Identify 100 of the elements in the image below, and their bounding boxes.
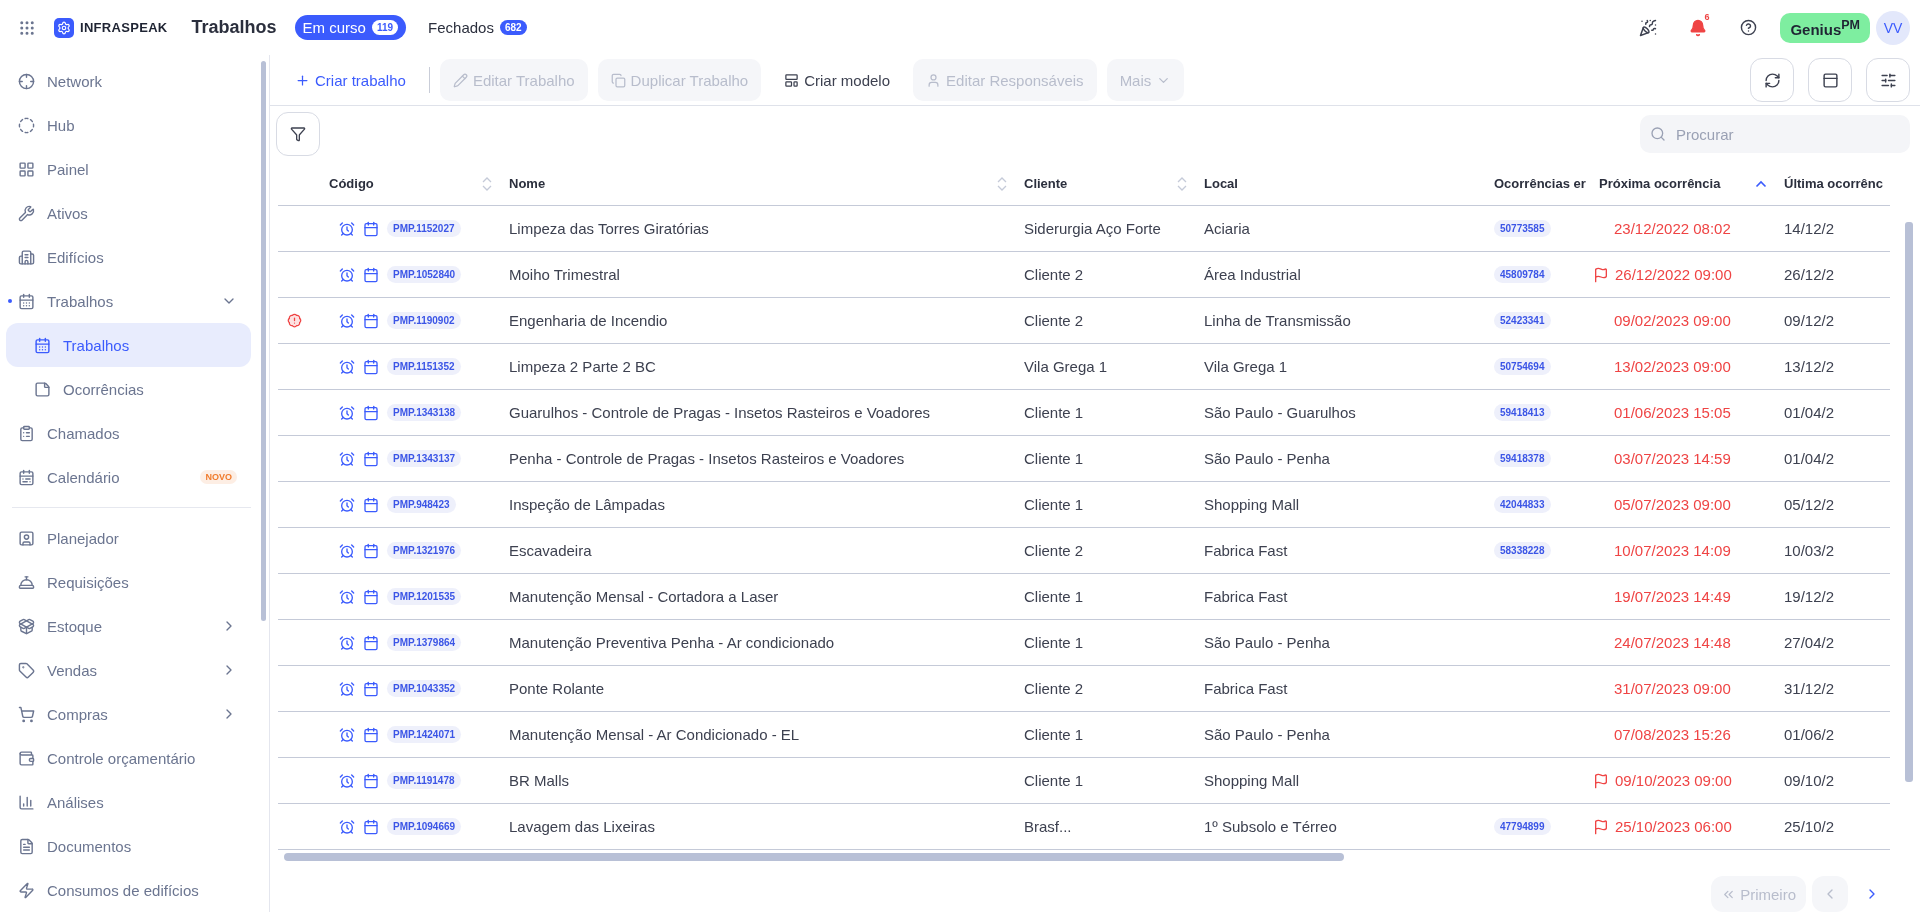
tab[interactable]: Em curso 119 — [294, 15, 407, 40]
count-badge: 682 — [499, 20, 527, 35]
building-icon — [18, 248, 35, 266]
occurrence-chip[interactable]: 50754694 — [1494, 358, 1551, 375]
date-cell: 23/12/2022 08:02 — [1614, 220, 1731, 237]
calendar-icon — [34, 336, 51, 354]
sidebar-item[interactable]: Vendas — [6, 648, 251, 692]
notifications-button[interactable]: 6 — [1680, 9, 1717, 46]
plan-badge[interactable]: Genius$^{PM}$ — [1780, 12, 1870, 43]
occurrence-chip[interactable]: 50773585 — [1494, 220, 1551, 237]
table-cell: São Paulo - Penha — [1204, 634, 1330, 651]
occurrence-chip[interactable]: 58338228 — [1494, 542, 1551, 559]
calendar-icon — [363, 312, 379, 329]
note-icon — [34, 380, 51, 398]
occurrence-chip[interactable]: 45809784 — [1494, 266, 1551, 283]
alarm-clock-icon — [339, 588, 355, 605]
clipboard-icon — [18, 424, 35, 442]
table-cell: Vila Grega 1 — [1024, 358, 1108, 375]
toolbar-button[interactable]: Criar modelo — [771, 59, 904, 101]
refresh-button[interactable] — [1750, 58, 1794, 102]
search-input[interactable]: Procurar — [1674, 124, 1900, 144]
alarm-clock-icon — [339, 772, 355, 789]
table-cell: Escavadeira — [509, 542, 592, 559]
date-cell: 24/07/2023 14:48 — [1614, 634, 1731, 651]
layout-icon — [1821, 71, 1839, 89]
table-cell: Linha de Transmissão — [1204, 312, 1351, 329]
sidebar-item[interactable]: Hub — [6, 103, 251, 147]
alarm-clock-icon — [339, 634, 355, 651]
calendar-icon — [363, 772, 379, 789]
search-field[interactable]: Procurar — [1640, 115, 1910, 153]
code-chip[interactable]: PMP.1321976 — [387, 542, 462, 559]
layout-button[interactable] — [1808, 58, 1852, 102]
column-header[interactable]: Próxima ocorrência — [1599, 176, 1721, 191]
sidebar-item[interactable]: Estoque — [6, 604, 251, 648]
sidebar-item[interactable]: Consumos de edifícios — [6, 868, 251, 912]
code-chip[interactable]: PMP.1043352 — [387, 680, 462, 697]
date-cell: 10/07/2023 14:09 — [1614, 542, 1731, 559]
table-cell: Inspeção de Lâmpadas — [509, 496, 665, 513]
occurrence-chip[interactable]: 47794899 — [1494, 818, 1551, 835]
occurrence-chip[interactable]: 59418378 — [1494, 450, 1551, 467]
new-badge: NOVO — [200, 470, 237, 484]
sidebar-item[interactable]: Painel — [6, 147, 251, 191]
code-chip[interactable]: PMP.1052840 — [387, 266, 462, 283]
sidebar-item[interactable]: Trabalhos — [6, 323, 251, 367]
sidebar-item[interactable]: Requisições — [6, 560, 251, 604]
table-cell: São Paulo - Penha — [1204, 726, 1330, 743]
page-title: Trabalhos — [191, 17, 277, 38]
sidebar-item[interactable]: Ativos — [6, 191, 251, 235]
sidebar-item[interactable]: Controle orçamentário — [6, 736, 251, 780]
table-cell: Manutenção Mensal - Ar Condicionado - EL — [509, 726, 800, 743]
code-chip[interactable]: PMP.1094669 — [387, 818, 462, 835]
code-chip[interactable]: PMP.1201535 — [387, 588, 462, 605]
settings-button[interactable] — [1866, 58, 1910, 102]
column-header[interactable]: Código — [329, 176, 374, 191]
bell-icon — [1689, 18, 1708, 37]
date-cell: 05/07/2023 09:00 — [1614, 496, 1731, 513]
sidebar-item[interactable]: Ocorrências — [6, 367, 251, 411]
code-chip[interactable]: PMP.1152027 — [387, 220, 461, 237]
sidebar-item[interactable]: Chamados — [6, 411, 251, 455]
table-cell: 09/10/2 — [1784, 772, 1835, 789]
sidebar-item[interactable]: Calendário NOVO — [6, 455, 251, 499]
table-cell: 13/12/2 — [1784, 358, 1835, 375]
column-header: Última ocorrênc — [1784, 176, 1883, 191]
occurrence-chip[interactable]: 42044833 — [1494, 496, 1551, 513]
sidebar-item[interactable]: Análises — [6, 780, 251, 824]
code-chip[interactable]: PMP.1343137 — [387, 450, 462, 467]
sort-ascending-icon[interactable] — [1755, 179, 1767, 188]
sidebar-item[interactable]: Planejador — [6, 516, 251, 560]
filter-button[interactable] — [276, 112, 320, 156]
table-cell: Guarulhos - Controle de Pragas - Insetos Rasteiros e Voadores — [509, 404, 931, 421]
table-cell: Moiho Trimestral — [509, 266, 620, 283]
calendar-icon — [363, 634, 379, 651]
sidebar-item[interactable]: Network — [6, 59, 251, 103]
code-chip[interactable]: PMP.1424071 — [387, 726, 462, 743]
toolbar-button[interactable]: Criar trabalho — [282, 59, 419, 101]
column-header[interactable]: Cliente — [1024, 176, 1068, 191]
sidebar-item[interactable]: Compras — [6, 692, 251, 736]
tab[interactable]: Fechados 682 — [420, 15, 535, 40]
alarm-clock-icon — [339, 726, 355, 743]
code-chip[interactable]: PMP.1151352 — [387, 358, 461, 375]
sidebar-item[interactable]: Trabalhos — [6, 279, 251, 323]
code-chip[interactable]: PMP.948423 — [387, 496, 456, 513]
brand-name: INFRASPEAK — [80, 20, 168, 35]
code-chip[interactable]: PMP.1379864 — [387, 634, 462, 651]
table-cell: Ponte Rolante — [509, 680, 605, 697]
user-avatar[interactable]: VV — [1876, 10, 1910, 45]
lightning-icon — [18, 881, 35, 899]
active-dot — [8, 299, 12, 303]
occurrence-chip[interactable]: 59418413 — [1494, 404, 1551, 421]
code-chip[interactable]: PMP.1191478 — [387, 772, 461, 789]
occurrence-chip[interactable]: 52423341 — [1494, 312, 1551, 329]
code-chip[interactable]: PMP.1190902 — [387, 312, 461, 329]
code-chip[interactable]: PMP.1343138 — [387, 404, 462, 421]
table-cell: 27/04/2 — [1784, 634, 1835, 651]
sidebar-item[interactable]: Documentos — [6, 824, 251, 868]
sidebar-item[interactable]: Edifícios — [6, 235, 251, 279]
date-cell: 03/07/2023 14:59 — [1614, 450, 1731, 467]
column-header[interactable]: Nome — [509, 176, 546, 191]
apps-grid-icon[interactable] — [18, 18, 36, 37]
table-cell: Limpeza das Torres Giratórias — [509, 220, 709, 237]
